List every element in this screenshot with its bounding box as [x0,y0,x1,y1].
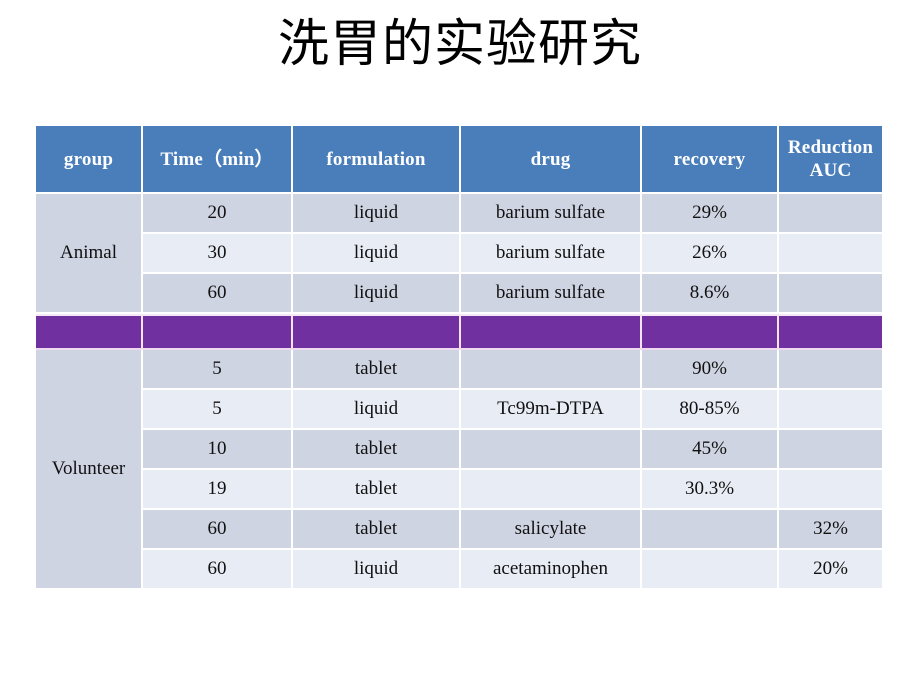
cell-formulation: liquid [293,194,461,234]
cell-drug [461,470,642,510]
cell-time: 60 [143,274,293,314]
table-row: 10 tablet 45% [36,430,882,470]
cell-formulation: tablet [293,430,461,470]
cell-time: 60 [143,510,293,550]
column-header-time: Time（min） [143,126,293,194]
cell-formulation: liquid [293,234,461,274]
cell-time: 10 [143,430,293,470]
cell-recovery [642,510,779,550]
separator-cell [143,314,293,350]
table-row: Animal 20 liquid barium sulfate 29% [36,194,882,314]
column-header-recovery: recovery [642,126,779,194]
table-row: 5 liquid Tc99m-DTPA 80-85% [36,390,882,430]
experiment-table: group Time（min） formulation drug recover… [36,126,882,590]
separator-cell [642,314,779,350]
cell-time: 60 [143,550,293,590]
cell-time: 5 [143,350,293,390]
table-row: Volunteer 5 tablet 90% [36,350,882,590]
cell-reduction-auc: 32% [779,510,882,550]
page-title: 洗胃的实验研究 [277,15,642,74]
cell-formulation: liquid [293,390,461,430]
cell-drug [461,350,642,390]
cell-drug: acetaminophen [461,550,642,590]
table-row: 30 liquid barium sulfate 26% [36,234,882,274]
cell-recovery: 90% [642,350,779,390]
group-label-animal: Animal [36,194,143,314]
table-row: 60 tablet salicylate 32% [36,510,882,550]
cell-recovery: 29% [642,194,779,234]
cell-time: 5 [143,390,293,430]
cell-reduction-auc [779,234,882,274]
table-body: Animal 20 liquid barium sulfate 29% 30 l… [36,194,882,590]
experiment-table-container: group Time（min） formulation drug recover… [36,126,882,590]
table-row: 19 tablet 30.3% [36,470,882,510]
cell-recovery: 30.3% [642,470,779,510]
cell-formulation: liquid [293,550,461,590]
column-header-formulation: formulation [293,126,461,194]
cell-drug: barium sulfate [461,194,642,234]
cell-time: 30 [143,234,293,274]
cell-drug: barium sulfate [461,274,642,314]
column-header-reduction-auc: Reduction AUC [779,126,882,194]
cell-formulation: liquid [293,274,461,314]
separator-cell [779,314,882,350]
cell-reduction-auc [779,390,882,430]
column-header-drug: drug [461,126,642,194]
cell-time: 20 [143,194,293,234]
separator-cell [461,314,642,350]
table-header: group Time（min） formulation drug recover… [36,126,882,194]
slide-canvas: 洗胃的实验研究 group Time（min） formulation drug… [0,0,920,690]
cell-recovery: 26% [642,234,779,274]
cell-formulation: tablet [293,510,461,550]
column-header-group: group [36,126,143,194]
cell-formulation: tablet [293,470,461,510]
group-label-volunteer: Volunteer [36,350,143,590]
cell-drug: salicylate [461,510,642,550]
separator-cell [36,314,143,350]
cell-recovery [642,550,779,590]
table-row: 60 liquid acetaminophen 20% [36,550,882,590]
cell-recovery: 8.6% [642,274,779,314]
cell-formulation: tablet [293,350,461,390]
table-header-row: group Time（min） formulation drug recover… [36,126,882,194]
cell-reduction-auc [779,274,882,314]
cell-recovery: 80-85% [642,390,779,430]
cell-reduction-auc [779,350,882,390]
cell-reduction-auc [779,430,882,470]
cell-reduction-auc: 20% [779,550,882,590]
cell-reduction-auc [779,194,882,234]
cell-time: 19 [143,470,293,510]
table-row: 60 liquid barium sulfate 8.6% [36,274,882,314]
cell-reduction-auc [779,470,882,510]
cell-recovery: 45% [642,430,779,470]
separator-cell [293,314,461,350]
table-separator-row [36,314,882,350]
cell-drug [461,430,642,470]
cell-drug: barium sulfate [461,234,642,274]
cell-drug: Tc99m-DTPA [461,390,642,430]
